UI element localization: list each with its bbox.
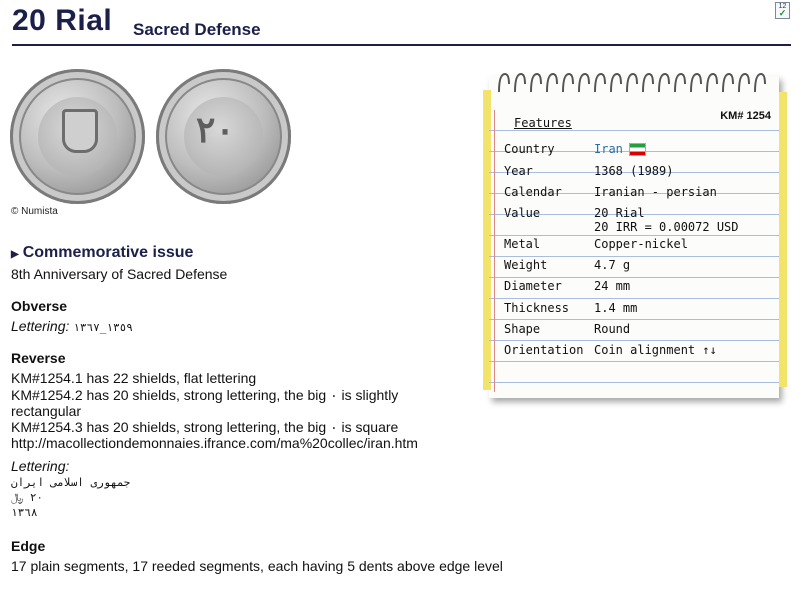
reverse-lettering-line: جمهوری اسلامی ایران (11, 476, 131, 489)
feature-label: Country (504, 142, 555, 156)
triangle-right-icon: ▶ (11, 249, 19, 260)
feature-label: Metal (504, 237, 541, 251)
feature-value: Round (594, 322, 631, 336)
iran-flag-icon (628, 143, 646, 156)
feature-value: 1368 (1989) (594, 164, 674, 178)
feature-value: Copper-nickel (594, 237, 688, 251)
feature-label: Orientation (504, 343, 584, 357)
feature-value: Coin alignment ↑↓ (594, 343, 717, 357)
feature-label: Weight (504, 258, 548, 272)
commemorative-heading[interactable]: ▶ Commemorative issue (11, 244, 193, 262)
obverse-coin-image[interactable] (10, 69, 145, 204)
feature-label: Calendar (504, 185, 562, 199)
edge-heading: Edge (11, 538, 46, 554)
obverse-lettering-value: ١٣٥٩_١٣٦٧ (73, 321, 133, 334)
page-title: 20 Rial (12, 4, 113, 37)
copyright-text: © Numista (11, 206, 58, 217)
reverse-lettering-line: ٢٠ ﷼ (11, 491, 44, 504)
feature-label: Diameter (504, 279, 562, 293)
commemorative-text: 8th Anniversary of Sacred Defense (11, 266, 228, 282)
features-notebook: Features KM# 1254 Country Iran Year 1368… (483, 72, 787, 398)
feature-label: Value (504, 206, 541, 220)
reverse-heading: Reverse (11, 350, 66, 366)
reverse-line: KM#1254.2 has 20 shields, strong letteri… (11, 387, 399, 403)
page-subtitle: Sacred Defense (133, 20, 261, 39)
obverse-lettering: Lettering: ١٣٥٩_١٣٦٧ (11, 318, 133, 335)
reverse-coin-image[interactable]: ٢٠ (156, 69, 291, 204)
reverse-line: KM#1254.1 has 22 shields, flat lettering (11, 370, 257, 386)
km-number: KM# 1254 (720, 110, 771, 122)
feature-value: 20 Rial (594, 206, 645, 220)
feature-label: Shape (504, 322, 541, 336)
reverse-line: KM#1254.3 has 20 shields, strong letteri… (11, 419, 399, 435)
reverse-lettering-line: ١٣٦٨ (11, 506, 38, 519)
edge-text: 17 plain segments, 17 reeded segments, e… (11, 558, 503, 574)
page-header: 20 Rial Sacred Defense 12 ✓ (12, 2, 791, 46)
country-link[interactable]: Iran (594, 142, 646, 156)
reverse-lettering-label: Lettering: (11, 458, 70, 474)
obverse-heading: Obverse (11, 298, 68, 314)
spiral-binding-icon (495, 70, 777, 96)
feature-value-secondary: 20 IRR = 0.00072 USD (594, 220, 739, 234)
checklist-icon[interactable]: 12 ✓ (775, 2, 790, 19)
feature-value: 24 mm (594, 279, 631, 293)
feature-value: 4.7 g (594, 258, 631, 272)
feature-label: Thickness (504, 301, 570, 315)
feature-value: 1.4 mm (594, 301, 638, 315)
features-heading: Features (514, 116, 572, 130)
feature-label: Year (504, 164, 533, 178)
feature-value: Iranian - persian (594, 185, 717, 199)
reverse-url-link[interactable]: http://macollectiondemonnaies.ifrance.co… (11, 435, 418, 451)
obverse-lettering-label: Lettering: (11, 318, 70, 334)
reverse-line: rectangular (11, 403, 82, 419)
